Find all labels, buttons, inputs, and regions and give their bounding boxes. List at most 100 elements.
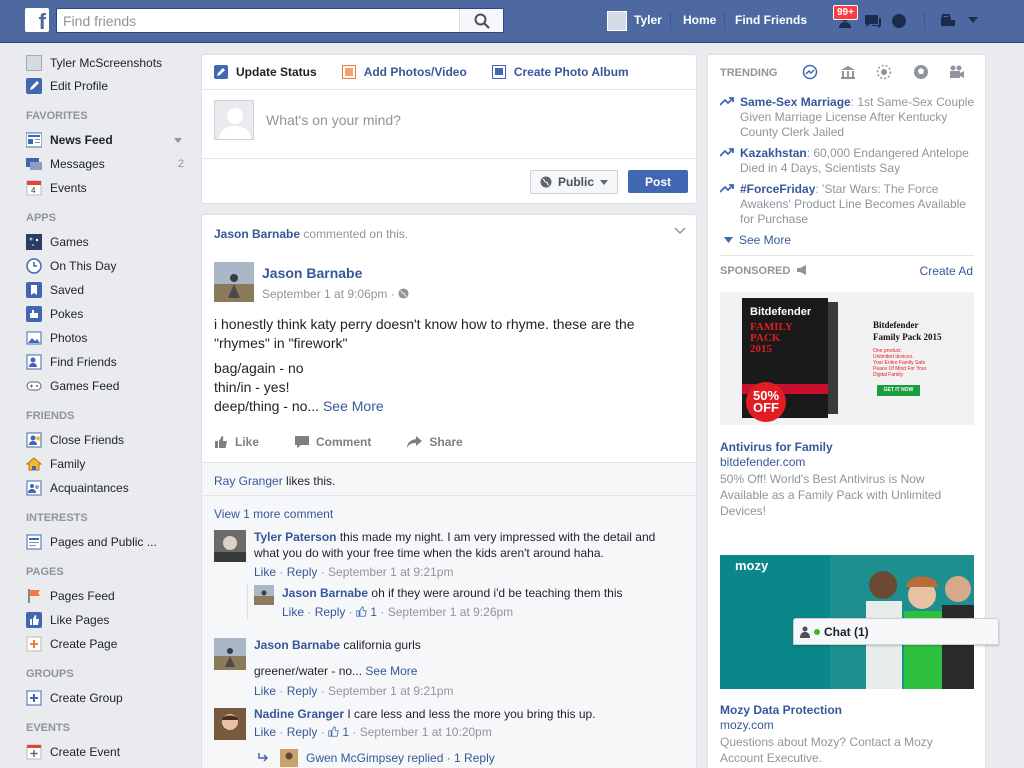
tab-update-status[interactable]: Update Status	[214, 65, 317, 79]
privacy-selector[interactable]: Public	[530, 170, 618, 194]
ad-title[interactable]: Antivirus for Family	[720, 440, 833, 454]
acquaintances-icon	[26, 480, 42, 496]
like-button[interactable]: Like	[214, 435, 259, 449]
sidebar-item-create-group[interactable]: Create Group	[26, 686, 190, 710]
chevron-down-icon[interactable]	[174, 138, 182, 143]
chat-tab[interactable]: Chat (1)	[793, 618, 999, 645]
search-input[interactable]	[57, 9, 457, 32]
politics-icon[interactable]	[840, 64, 856, 80]
post-button[interactable]: Post	[628, 170, 688, 193]
comment-like-link[interactable]: Like	[254, 565, 276, 579]
commenter-name[interactable]: Tyler Paterson	[254, 530, 336, 544]
trending-item[interactable]: Same-Sex Marriage: 1st Same-Sex Couple G…	[720, 95, 980, 140]
see-more-link[interactable]: See More	[323, 398, 384, 414]
sidebar-item-create-event[interactable]: Create Event	[26, 740, 190, 764]
sidebar-item-news-feed[interactable]: News Feed	[26, 128, 190, 152]
trending-see-more[interactable]: See More	[724, 233, 791, 247]
story-options-icon[interactable]	[674, 227, 686, 235]
science-icon[interactable]	[876, 64, 892, 80]
account-menu-icon[interactable]	[968, 17, 978, 23]
view-more-comments[interactable]: View 1 more comment	[214, 507, 333, 521]
sidebar-item-saved[interactable]: Saved	[26, 278, 190, 302]
commenter-avatar[interactable]	[214, 638, 246, 670]
trending-topic[interactable]: #ForceFriday	[740, 182, 815, 196]
replier-avatar[interactable]	[254, 585, 274, 605]
tab-add-photos[interactable]: Add Photos/Video	[341, 65, 467, 79]
see-more-link[interactable]: See More	[365, 664, 417, 678]
comment-time[interactable]: September 1 at 10:20pm	[360, 725, 492, 739]
comment-reply-link[interactable]: Reply	[287, 725, 318, 739]
find-friends-label: Find Friends	[50, 355, 117, 369]
sidebar-item-pokes[interactable]: Pokes	[26, 302, 190, 326]
sidebar-item-family[interactable]: Family	[26, 452, 190, 476]
trending-topic[interactable]: Kazakhstan	[740, 146, 807, 160]
sidebar-item-pages-feed[interactable]: Pages Feed	[26, 584, 190, 608]
sidebar-item-find-friends[interactable]: Find Friends	[26, 350, 190, 374]
home-link[interactable]: Home	[683, 13, 716, 27]
sidebar-item-photos[interactable]: Photos	[26, 326, 190, 350]
comment-time[interactable]: September 1 at 9:21pm	[328, 684, 453, 698]
comment-button[interactable]: Comment	[295, 435, 371, 449]
comment-like-count[interactable]: 1	[342, 725, 349, 739]
globe-notifications-icon[interactable]	[891, 13, 907, 29]
comment-reply-link[interactable]: Reply	[287, 684, 318, 698]
messages-icon[interactable]	[864, 13, 882, 29]
search-button[interactable]	[459, 9, 503, 32]
nav-divider	[924, 12, 925, 30]
ad-domain[interactable]: bitdefender.com	[720, 455, 805, 469]
trending-item[interactable]: #ForceFriday: 'Star Wars: The Force Awak…	[720, 182, 980, 227]
sidebar-item-create-page[interactable]: Create Page	[26, 632, 190, 656]
sidebar-item-acquaintances[interactable]: Acquaintances	[26, 476, 190, 500]
trending-item[interactable]: Kazakhstan: 60,000 Endangered Antelope D…	[720, 146, 980, 176]
edit-profile-link[interactable]: Edit Profile	[26, 74, 190, 98]
profile-link[interactable]: Tyler McScreenshots	[26, 52, 190, 74]
share-button[interactable]: Share	[407, 435, 463, 449]
commenter-avatar[interactable]	[214, 530, 246, 562]
facebook-logo[interactable]: f	[25, 8, 49, 32]
author-name[interactable]: Jason Barnabe	[262, 265, 362, 281]
user-avatar[interactable]	[607, 11, 627, 31]
entertainment-icon[interactable]	[949, 64, 965, 80]
gamepad-icon	[26, 381, 42, 391]
sidebar-item-events[interactable]: 4 Events	[26, 176, 190, 200]
sidebar-item-games-feed[interactable]: Games Feed	[26, 374, 190, 398]
view-replies[interactable]: Gwen McGimpsey replied · 1 Reply	[258, 749, 495, 767]
tab-create-album[interactable]: Create Photo Album	[491, 65, 629, 79]
reply-reply-link[interactable]: Reply	[315, 605, 346, 619]
replies-link[interactable]: Gwen McGimpsey replied · 1 Reply	[306, 751, 495, 765]
author-avatar[interactable]	[214, 262, 254, 302]
commenter-name[interactable]: Jason Barnabe	[254, 638, 340, 652]
comment-like-link[interactable]: Like	[254, 725, 276, 739]
sidebar-item-messages[interactable]: Messages 2	[26, 152, 190, 176]
story-actor[interactable]: Jason Barnabe	[214, 227, 300, 241]
profile-link[interactable]: Tyler	[634, 13, 662, 27]
replier-name[interactable]: Jason Barnabe	[282, 586, 368, 600]
sidebar-item-close-friends[interactable]: Close Friends	[26, 428, 190, 452]
liker-name[interactable]: Ray Granger	[214, 474, 283, 488]
composer-body[interactable]: What's on your mind?	[202, 90, 696, 159]
ad-domain[interactable]: mozy.com	[720, 718, 774, 732]
likes-summary: Ray Granger likes this.	[214, 474, 335, 488]
comment-reply-link[interactable]: Reply	[287, 565, 318, 579]
sidebar-item-like-pages[interactable]: Like Pages	[26, 608, 190, 632]
post-time[interactable]: September 1 at 9:06pm	[262, 287, 387, 301]
sidebar-item-games[interactable]: Games	[26, 230, 190, 254]
reply-like-link[interactable]: Like	[282, 605, 304, 619]
privacy-shortcuts-icon[interactable]	[940, 13, 956, 27]
commenter-avatar[interactable]	[214, 708, 246, 740]
sports-icon[interactable]	[913, 64, 929, 80]
sidebar-item-pages-public[interactable]: Pages and Public ...	[26, 530, 190, 554]
create-ad-link[interactable]: Create Ad	[920, 264, 973, 278]
trending-all-icon[interactable]	[802, 64, 818, 80]
commenter-name[interactable]: Nadine Granger	[254, 707, 344, 721]
find-friends-link[interactable]: Find Friends	[735, 13, 807, 27]
trending-topic[interactable]: Same-Sex Marriage	[740, 95, 851, 109]
bitdefender-ad-image[interactable]: Bitdefender FAMILY PACK 2015 50% OFF Bit…	[720, 292, 974, 425]
reply-like-count[interactable]: 1	[370, 605, 377, 619]
ad-title[interactable]: Mozy Data Protection	[720, 703, 842, 717]
composer-placeholder[interactable]: What's on your mind?	[266, 112, 401, 128]
reply-time[interactable]: September 1 at 9:26pm	[388, 605, 513, 619]
comment-like-link[interactable]: Like	[254, 684, 276, 698]
sidebar-item-on-this-day[interactable]: On This Day	[26, 254, 190, 278]
comment-time[interactable]: September 1 at 9:21pm	[328, 565, 453, 579]
